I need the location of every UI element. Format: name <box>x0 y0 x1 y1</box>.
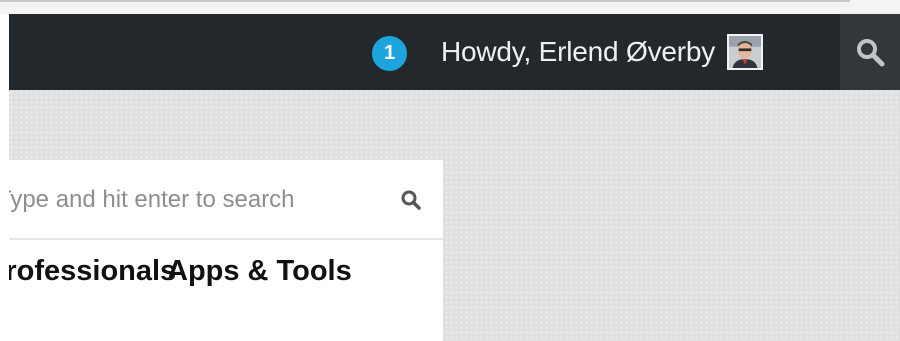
site-search-box <box>9 160 443 240</box>
avatar <box>727 34 764 70</box>
account-menu[interactable]: Howdy, Erlend Øverby <box>441 32 764 72</box>
page: 1 Howdy, Erlend Øverby Type and hit ente… <box>0 0 900 341</box>
search-icon <box>857 39 885 67</box>
menu-item-professionals[interactable]: Professionals <box>9 255 176 288</box>
howdy-greeting: Howdy, Erlend Øverby <box>441 36 716 67</box>
search-submit-button[interactable] <box>397 186 425 214</box>
admin-search-button[interactable] <box>840 14 900 90</box>
dropdown-menu-panel: Professionals Apps & Tools <box>9 160 443 341</box>
search-input[interactable] <box>9 182 367 218</box>
admin-bar: 1 Howdy, Erlend Øverby <box>9 14 900 90</box>
top-strip <box>0 0 900 14</box>
top-divider <box>0 0 850 2</box>
menu-item-apps-tools[interactable]: Apps & Tools <box>167 255 352 288</box>
search-icon <box>401 190 421 210</box>
notification-badge[interactable]: 1 <box>372 36 407 71</box>
